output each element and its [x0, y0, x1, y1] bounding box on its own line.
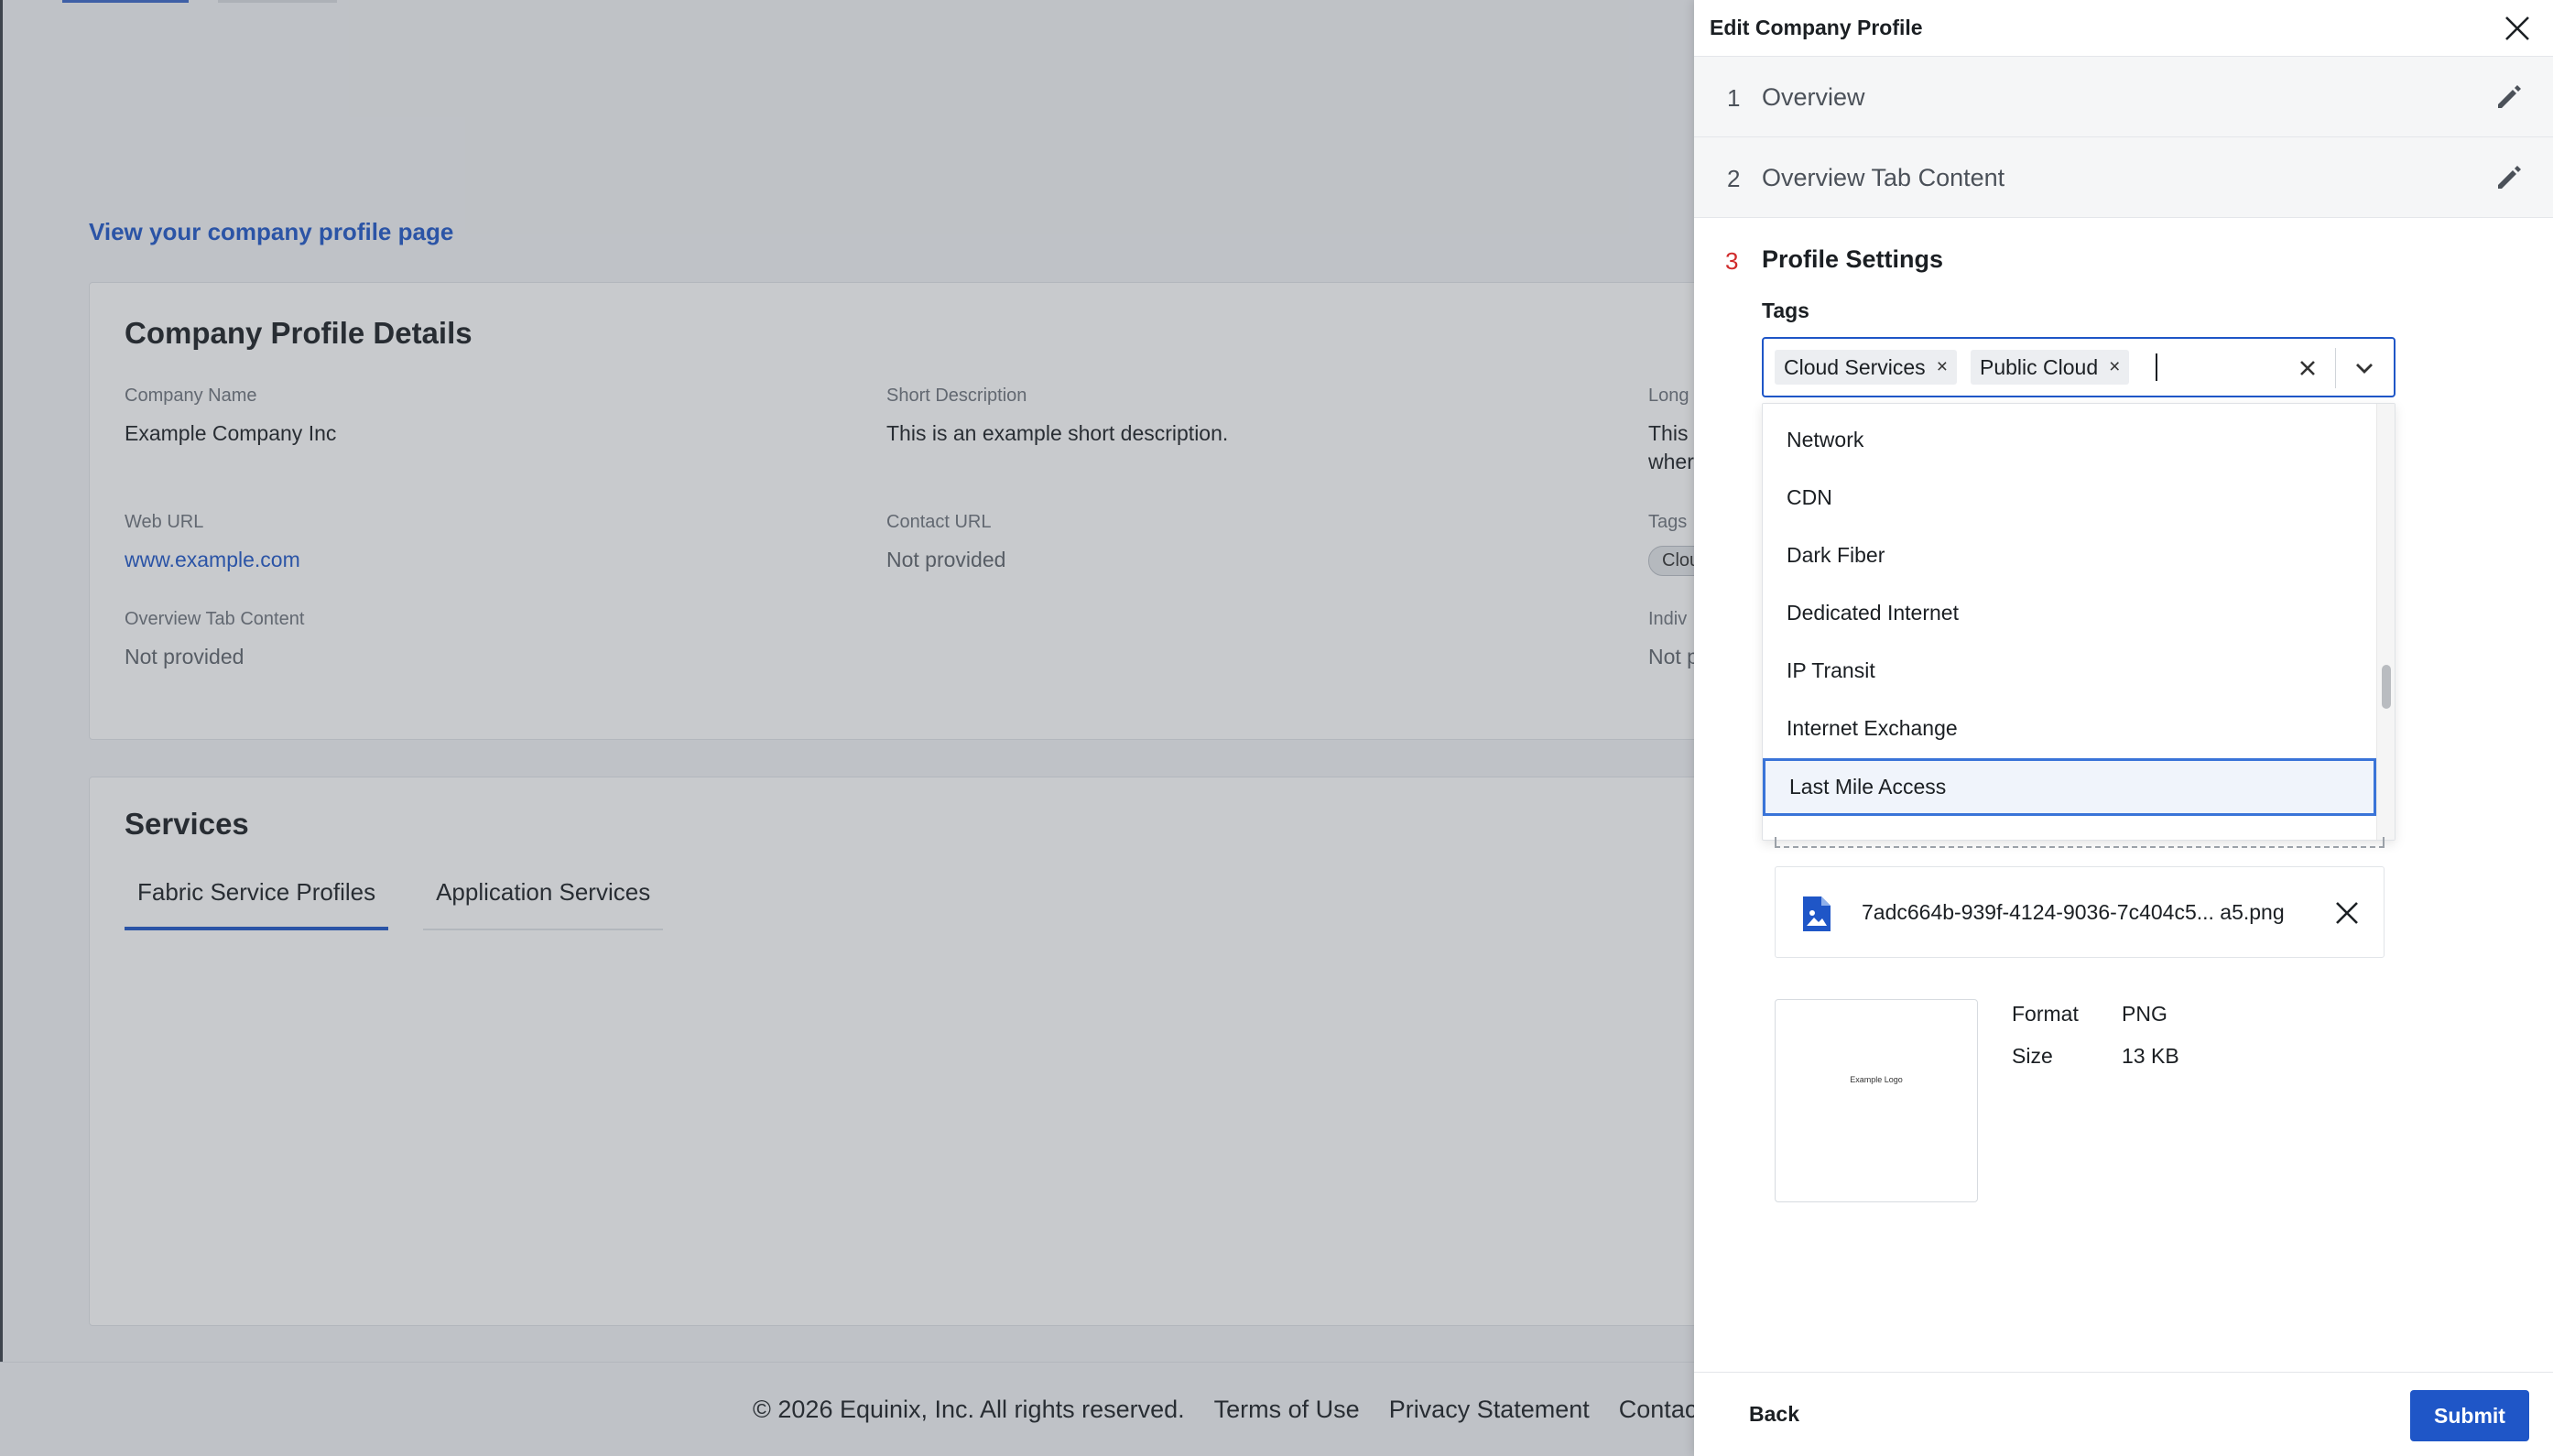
format-label: Format — [2012, 1002, 2079, 1026]
select-divider — [2335, 348, 2336, 388]
size-label: Size — [2012, 1044, 2053, 1068]
file-dropzone[interactable] — [1775, 837, 2385, 848]
edit-company-profile-drawer: Edit Company Profile 1 Overview 2 Overvi… — [1694, 0, 2553, 1456]
pencil-icon[interactable] — [2493, 161, 2526, 194]
drawer-title: Edit Company Profile — [1710, 16, 1923, 39]
close-icon[interactable] — [2502, 13, 2533, 44]
format-value: PNG — [2122, 1002, 2167, 1026]
clear-icon[interactable] — [2293, 353, 2322, 383]
tag-chip-label: Public Cloud — [1980, 354, 2099, 379]
tags-dropdown-list: Network CDN Dark Fiber Dedicated Interne… — [1762, 403, 2395, 841]
step-number: 1 — [1727, 84, 1741, 112]
close-icon[interactable] — [2330, 896, 2363, 929]
step-name: Profile Settings — [1762, 245, 1944, 273]
file-metadata: Format PNG Size 13 KB — [2012, 1002, 2179, 1086]
drawer-header: Edit Company Profile — [1694, 0, 2553, 57]
modal-overlay[interactable] — [0, 0, 1694, 1456]
thumbnail-text: Example Logo — [1850, 1075, 1903, 1084]
step-number: 2 — [1727, 165, 1741, 192]
file-name: 7adc664b-939f-4124-9036-7c404c5... a5.pn… — [1862, 900, 2285, 924]
scrollbar-thumb[interactable] — [2382, 665, 2391, 709]
step-overview[interactable]: 1 Overview — [1694, 57, 2553, 137]
tags-multiselect[interactable]: Cloud Services × Public Cloud × — [1762, 337, 2395, 397]
pencil-icon[interactable] — [2493, 81, 2526, 114]
remove-tag-icon[interactable]: × — [1937, 356, 1948, 378]
step-name: Overview — [1762, 83, 1865, 111]
logo-thumbnail: Example Logo — [1775, 999, 1978, 1202]
tag-chip: Cloud Services × — [1775, 350, 1957, 385]
size-value: 13 KB — [2122, 1044, 2179, 1068]
step-overview-tab-content[interactable]: 2 Overview Tab Content — [1694, 137, 2553, 218]
tag-chip-label: Cloud Services — [1784, 354, 1926, 379]
tag-chip: Public Cloud × — [1971, 350, 2130, 385]
text-caret — [2156, 353, 2157, 381]
drawer-footer: Back Submit — [1694, 1372, 2553, 1456]
image-file-icon — [1803, 896, 1831, 931]
remove-tag-icon[interactable]: × — [2109, 356, 2120, 378]
back-button[interactable]: Back — [1749, 1402, 1799, 1427]
dropdown-option[interactable]: IP Transit — [1763, 642, 2376, 700]
chevron-down-icon[interactable] — [2346, 352, 2383, 385]
dropdown-scrollbar[interactable] — [2376, 404, 2395, 840]
dropdown-option[interactable]: Dark Fiber — [1763, 527, 2376, 584]
step-number: 3 — [1725, 247, 1739, 275]
dropdown-option[interactable]: CDN — [1763, 469, 2376, 527]
dropdown-option[interactable]: Internet Exchange — [1763, 700, 2376, 757]
tags-label: Tags — [1762, 299, 1809, 322]
uploaded-file-row: 7adc664b-939f-4124-9036-7c404c5... a5.pn… — [1775, 866, 2385, 958]
submit-button[interactable]: Submit — [2410, 1390, 2529, 1441]
dropdown-option[interactable]: Dedicated Internet — [1763, 584, 2376, 642]
dropdown-option[interactable]: Network — [1763, 411, 2376, 469]
step-profile-settings: 3 Profile Settings — [1694, 218, 2553, 300]
dropdown-option-focused[interactable]: Last Mile Access — [1763, 758, 2376, 816]
step-name: Overview Tab Content — [1762, 164, 2005, 191]
